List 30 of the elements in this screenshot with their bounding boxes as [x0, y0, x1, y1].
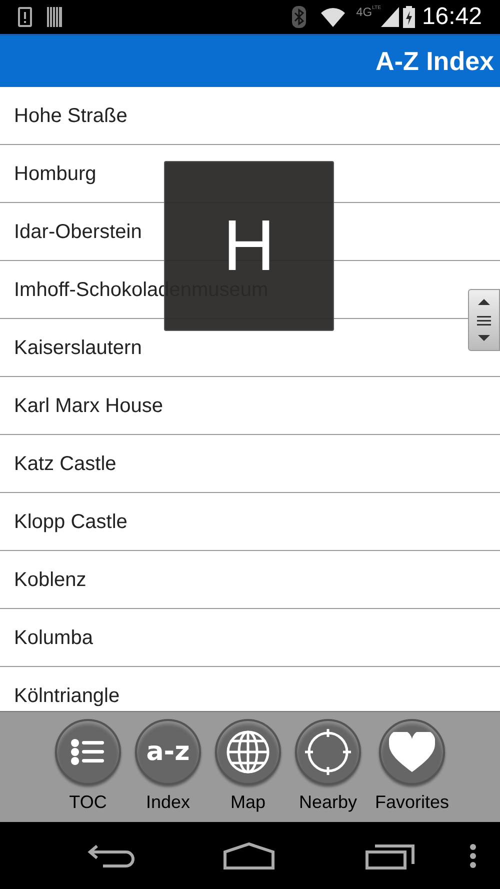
battery-charging-icon: [402, 6, 415, 28]
fast-scroll-handle[interactable]: [468, 289, 500, 351]
az-icon: a-z: [146, 739, 190, 765]
list-item[interactable]: Idar-Oberstein: [14, 216, 142, 246]
header-title: A-Z Index: [376, 45, 494, 78]
list-item[interactable]: Homburg: [14, 158, 96, 188]
bluetooth-icon: [292, 6, 306, 28]
list-item[interactable]: Kolumba: [14, 622, 93, 652]
crosshair-icon: [304, 728, 352, 776]
list-item[interactable]: Klopp Castle: [14, 506, 128, 536]
heart-icon: [389, 732, 435, 772]
wifi-icon: [320, 7, 346, 27]
home-icon[interactable]: [223, 842, 275, 870]
list-item[interactable]: Kaiserslautern: [14, 332, 142, 362]
list-item[interactable]: Kölntriangle: [14, 680, 120, 710]
barcode-icon: [47, 7, 63, 27]
list-icon: [71, 739, 105, 765]
section-letter: H: [223, 210, 275, 282]
alert-icon: [18, 7, 32, 27]
list-item[interactable]: Katz Castle: [14, 448, 116, 478]
network-type: 4G: [356, 6, 372, 18]
signal-icon: [380, 7, 399, 27]
globe-icon: [226, 730, 270, 774]
overflow-menu-icon[interactable]: [469, 842, 477, 868]
list-item[interactable]: Hohe Straße: [14, 100, 128, 130]
list-item[interactable]: Koblenz: [14, 564, 86, 594]
clock: 16:42: [422, 5, 482, 29]
recent-apps-icon[interactable]: [365, 842, 415, 870]
handle-arrows-icon: [476, 299, 492, 341]
list-item[interactable]: Karl Marx House: [14, 390, 163, 420]
